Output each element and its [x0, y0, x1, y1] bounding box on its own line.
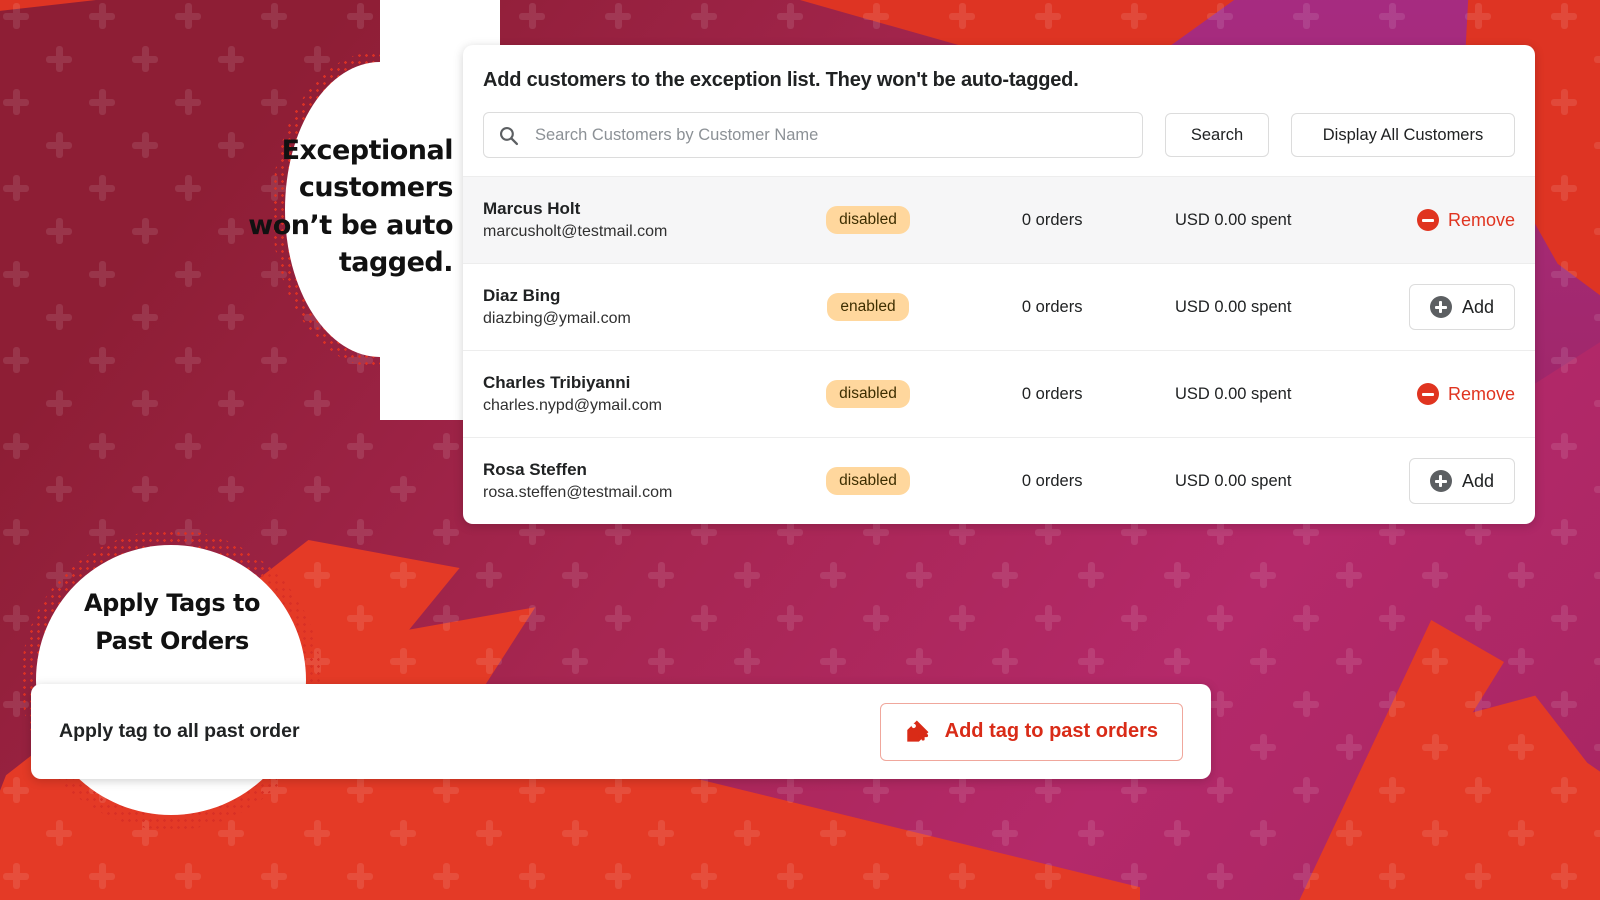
customer-list: Marcus Holt marcusholt@testmail.com disabl…	[463, 176, 1535, 524]
search-button[interactable]: Search	[1165, 113, 1269, 157]
customer-identity: Charles Tribiyanni charles.nypd@ymail.com	[483, 371, 768, 418]
customer-action-cell: Add	[1330, 458, 1515, 504]
status-badge: disabled	[826, 467, 910, 495]
customer-name: Charles Tribiyanni	[483, 372, 631, 392]
customer-action-cell: Add	[1330, 284, 1515, 330]
customer-row: Diaz Bing diazbing@ymail.com enabled 0 orde…	[463, 263, 1535, 350]
customer-orders: 0 orders	[1021, 210, 1083, 229]
callout-top-text: Exceptional customers won’t be auto tagg…	[248, 135, 453, 278]
customer-status-cell: disabled	[768, 380, 968, 408]
past-orders-label: Apply tag to all past order	[59, 720, 300, 742]
search-input-wrapper[interactable]	[483, 112, 1143, 158]
customer-name: Rosa Steffen	[483, 459, 587, 479]
customer-spent: USD 0.00 spent	[1174, 384, 1292, 403]
customer-row: Charles Tribiyanni charles.nypd@ymail.com…	[463, 350, 1535, 437]
customer-email: rosa.steffen@testmail.com	[483, 484, 673, 502]
add-tag-to-past-orders-button[interactable]: Add tag to past orders	[879, 702, 1183, 761]
customer-spent: USD 0.00 spent	[1174, 471, 1292, 490]
add-button-label: Add	[1461, 296, 1494, 317]
plus-circle-icon	[1429, 296, 1452, 318]
remove-customer-button[interactable]: Remove	[1416, 383, 1515, 405]
remove-customer-button[interactable]: Remove	[1416, 209, 1515, 231]
add-customer-button[interactable]: Add	[1408, 284, 1515, 330]
remove-button-label: Remove	[1447, 209, 1515, 230]
add-tag-button-label: Add tag to past orders	[944, 720, 1158, 742]
customer-status-cell: disabled	[768, 467, 968, 495]
tag-plus-icon	[905, 718, 932, 745]
customer-status-cell: enabled	[768, 293, 968, 321]
customer-name: Marcus Holt	[483, 198, 581, 218]
customer-identity: Diaz Bing diazbing@ymail.com	[483, 284, 768, 331]
status-badge: disabled	[826, 206, 910, 234]
status-badge: enabled	[827, 293, 909, 321]
add-button-label: Add	[1461, 470, 1494, 491]
customer-identity: Rosa Steffen rosa.steffen@testmail.com	[483, 458, 768, 505]
customer-action-cell: Remove	[1330, 383, 1515, 405]
customer-email: diazbing@ymail.com	[483, 310, 631, 328]
customer-identity: Marcus Holt marcusholt@testmail.com	[483, 197, 768, 244]
customer-name: Diaz Bing	[483, 285, 561, 305]
customer-action-cell: Remove	[1330, 209, 1515, 231]
minus-circle-icon	[1416, 209, 1439, 231]
search-icon	[498, 125, 519, 146]
customer-status-cell: disabled	[768, 206, 968, 234]
search-input[interactable]	[533, 124, 1128, 146]
minus-circle-icon	[1416, 383, 1439, 405]
customer-email: charles.nypd@ymail.com	[483, 397, 662, 415]
customer-spent: USD 0.00 spent	[1174, 210, 1292, 229]
search-row: Search Display All Customers	[463, 92, 1535, 176]
past-orders-card: Apply tag to all past order Add tag to p…	[31, 684, 1211, 779]
status-badge: disabled	[826, 380, 910, 408]
customer-orders: 0 orders	[1021, 297, 1083, 316]
display-all-customers-button[interactable]: Display All Customers	[1291, 113, 1515, 157]
remove-button-label: Remove	[1447, 383, 1515, 404]
callout-bottom-text: Apply Tags to Past Orders	[84, 589, 260, 656]
customer-row: Marcus Holt marcusholt@testmail.com disabl…	[463, 176, 1535, 263]
customer-row: Rosa Steffen rosa.steffen@testmail.com dis…	[463, 437, 1535, 524]
card-title: Add customers to the exception list. The…	[483, 69, 1079, 91]
add-customer-button[interactable]: Add	[1408, 458, 1515, 504]
customer-orders: 0 orders	[1021, 471, 1083, 490]
customer-spent: USD 0.00 spent	[1174, 297, 1292, 316]
plus-circle-icon	[1429, 470, 1452, 492]
customer-orders: 0 orders	[1021, 384, 1083, 403]
customer-email: marcusholt@testmail.com	[483, 223, 668, 241]
exception-list-card: Add customers to the exception list. The…	[463, 45, 1535, 524]
